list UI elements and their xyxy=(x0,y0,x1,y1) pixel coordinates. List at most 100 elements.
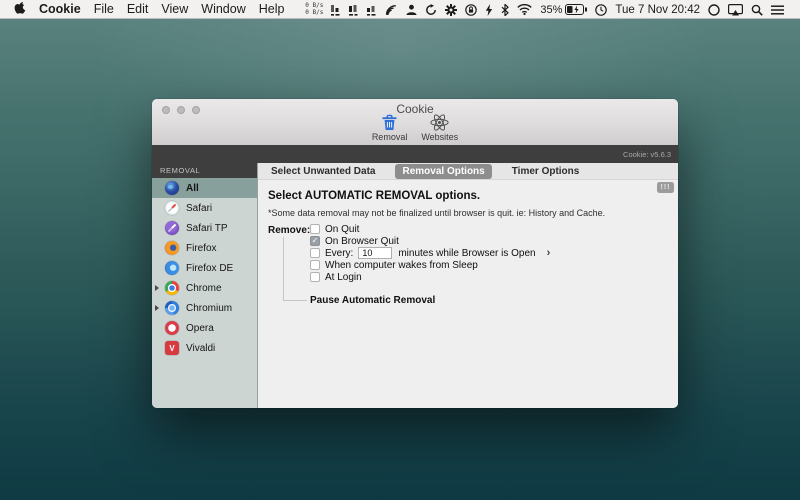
sidebar-item-label: Firefox DE xyxy=(186,263,233,274)
menu-app-name[interactable]: Cookie xyxy=(39,2,81,16)
option-on-quit: On Quit xyxy=(310,223,550,235)
removal-options-panel: !!! Select AUTOMATIC REMOVAL options. *S… xyxy=(258,180,678,408)
toolbar-removal-label: Removal xyxy=(372,132,408,142)
toolbar-websites-label: Websites xyxy=(421,132,458,142)
activity-meter-icon[interactable] xyxy=(331,4,341,16)
option-on-browser-quit: ✓ On Browser Quit xyxy=(310,235,550,247)
zoom-button[interactable] xyxy=(192,106,200,114)
minimize-button[interactable] xyxy=(177,106,185,114)
checkbox-at-login[interactable] xyxy=(310,272,320,282)
battery-charging-icon xyxy=(565,4,587,15)
sidebar-item-vivaldi[interactable]: V Vivaldi xyxy=(152,338,257,358)
grip-badge[interactable]: !!! xyxy=(657,182,674,193)
user-icon[interactable] xyxy=(406,4,417,15)
bluetooth-icon[interactable] xyxy=(501,4,509,16)
sidebar-item-label: Chrome xyxy=(186,283,222,294)
gear-icon[interactable] xyxy=(445,4,457,16)
circle-toggle-icon[interactable] xyxy=(708,4,720,16)
firefox-developer-icon xyxy=(165,261,179,275)
activity-meter-icon[interactable] xyxy=(349,4,359,16)
tab-removal-options[interactable]: Removal Options xyxy=(395,164,491,179)
tree-connector-vertical xyxy=(283,237,284,301)
tab-select-unwanted-data[interactable]: Select Unwanted Data xyxy=(264,164,382,179)
menu-view[interactable]: View xyxy=(161,2,188,16)
options-list: On Quit ✓ On Browser Quit Every: minutes… xyxy=(310,223,550,283)
sync-icon[interactable] xyxy=(425,4,437,16)
disclosure-triangle-icon[interactable] xyxy=(155,285,159,291)
menu-bar: Cookie File Edit View Window Help 0 B/s … xyxy=(0,0,800,19)
disclosure-triangle-icon[interactable] xyxy=(155,305,159,311)
sidebar-item-opera[interactable]: Opera xyxy=(152,318,257,338)
opera-icon xyxy=(165,321,179,335)
checkbox-on-quit[interactable] xyxy=(310,224,320,234)
battery-percent: 35% xyxy=(540,4,562,16)
menu-edit[interactable]: Edit xyxy=(127,2,149,16)
close-button[interactable] xyxy=(162,106,170,114)
sidebar-item-label: All xyxy=(186,183,199,194)
clock-icon[interactable] xyxy=(595,4,607,16)
toolbar: Removal Websites xyxy=(152,114,678,142)
battery-status[interactable]: 35% xyxy=(540,4,587,16)
option-every-interval: Every: minutes while Browser is Open › xyxy=(310,247,550,259)
chevron-right-icon[interactable]: › xyxy=(547,248,551,258)
search-icon[interactable] xyxy=(751,4,763,16)
tree-connector-horizontal xyxy=(283,300,307,301)
menu-datetime[interactable]: Tue 7 Nov 20:42 xyxy=(615,4,700,16)
sidebar-item-label: Chromium xyxy=(186,303,232,314)
option-label: Every: xyxy=(325,248,353,259)
toolbar-removal-button[interactable]: Removal xyxy=(372,114,408,142)
browser-sidebar: REMOVAL All Safari Safari TP Firefox Fir… xyxy=(152,163,258,408)
option-wake-from-sleep: When computer wakes from Sleep xyxy=(310,259,550,271)
sidebar-item-label: Safari xyxy=(186,203,212,214)
panel-note: *Some data removal may not be finalized … xyxy=(268,208,605,218)
firefox-icon xyxy=(165,241,179,255)
remove-label: Remove: xyxy=(268,225,310,236)
activity-meter-icon[interactable] xyxy=(367,4,377,16)
sidebar-item-firefox[interactable]: Firefox xyxy=(152,238,257,258)
cookie-app-window: Cookie Removal xyxy=(152,99,678,408)
sidebar-item-chromium[interactable]: Chromium xyxy=(152,298,257,318)
tab-bar: Select Unwanted Data Removal Options Tim… xyxy=(258,163,678,180)
option-label: At Login xyxy=(325,272,362,283)
window-titlebar[interactable]: Cookie Removal xyxy=(152,99,678,145)
menu-file[interactable]: File xyxy=(94,2,114,16)
sidebar-item-safari[interactable]: Safari xyxy=(152,198,257,218)
sidebar-item-safari-tp[interactable]: Safari TP xyxy=(152,218,257,238)
every-suffix-label: minutes while Browser is Open xyxy=(398,248,535,259)
sidebar-item-chrome[interactable]: Chrome xyxy=(152,278,257,298)
apple-menu-icon[interactable] xyxy=(14,2,26,16)
option-label: When computer wakes from Sleep xyxy=(325,260,478,271)
airplay-display-icon[interactable] xyxy=(728,4,743,16)
toolbar-websites-button[interactable]: Websites xyxy=(421,114,458,142)
chromium-icon xyxy=(165,301,179,315)
checkbox-on-browser-quit[interactable]: ✓ xyxy=(310,236,320,246)
checkbox-every[interactable] xyxy=(310,248,320,258)
lock-circle-icon[interactable] xyxy=(465,4,477,16)
sidebar-item-all[interactable]: All xyxy=(152,178,257,198)
sidebar-item-label: Opera xyxy=(186,323,214,334)
network-throughput[interactable]: 0 B/s 0 B/s xyxy=(305,3,323,16)
bolt-icon[interactable] xyxy=(485,4,493,16)
status-strip: Cookie: v5.6.3 xyxy=(152,145,678,163)
sidebar-item-label: Vivaldi xyxy=(186,343,215,354)
option-at-login: At Login xyxy=(310,271,550,283)
sidebar-item-firefox-de[interactable]: Firefox DE xyxy=(152,258,257,278)
notification-list-icon[interactable] xyxy=(771,5,784,15)
menu-window[interactable]: Window xyxy=(201,2,245,16)
app-version: Cookie: v5.6.3 xyxy=(623,150,671,159)
vivaldi-icon: V xyxy=(165,341,179,355)
globe-icon xyxy=(165,181,179,195)
checkbox-wake-from-sleep[interactable] xyxy=(310,260,320,270)
tab-timer-options[interactable]: Timer Options xyxy=(505,164,587,179)
sidebar-item-label: Safari TP xyxy=(186,223,228,234)
traffic-lights xyxy=(162,106,200,114)
pause-automatic-removal-button[interactable]: Pause Automatic Removal xyxy=(310,295,435,306)
signal-fan-icon[interactable] xyxy=(385,4,398,15)
safari-compass-icon xyxy=(165,201,179,215)
panel-heading: Select AUTOMATIC REMOVAL options. xyxy=(268,190,480,202)
wifi-icon[interactable] xyxy=(517,4,532,15)
option-label: On Quit xyxy=(325,224,359,235)
menu-help[interactable]: Help xyxy=(259,2,285,16)
minutes-input[interactable] xyxy=(358,247,392,259)
trash-icon xyxy=(381,114,398,131)
